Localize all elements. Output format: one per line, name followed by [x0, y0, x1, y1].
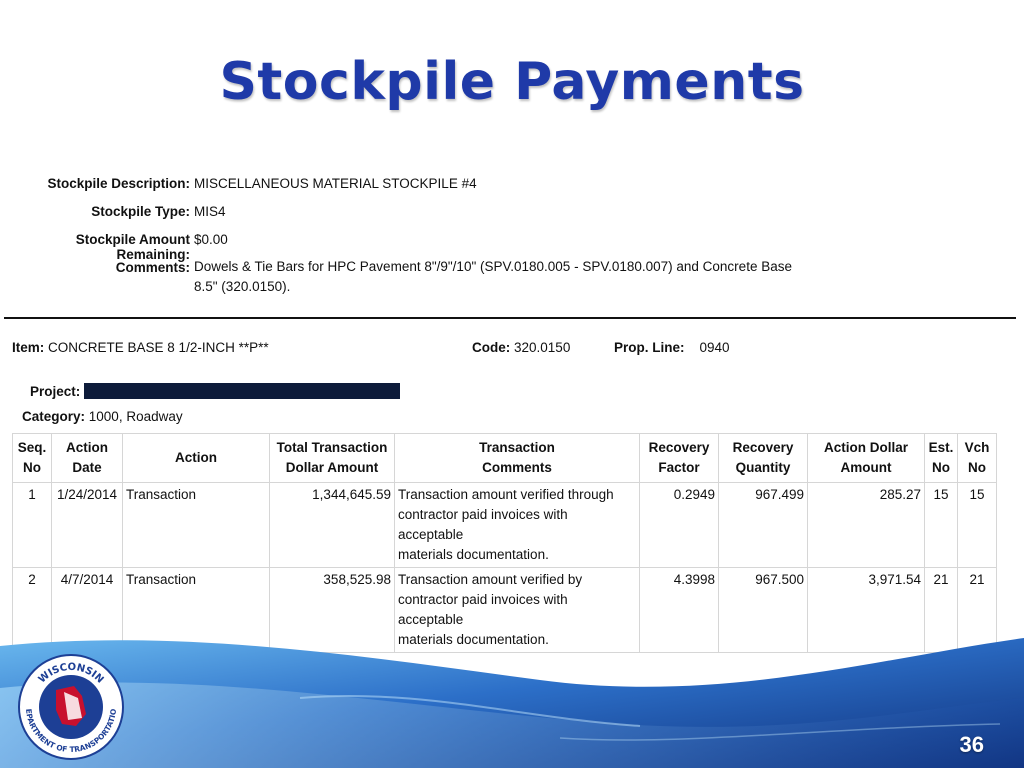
comments-value: Dowels & Tie Bars for HPC Pavement 8"/9"…: [194, 257, 820, 297]
header-comments: Transaction Comments: [394, 433, 640, 483]
project-redaction: [84, 383, 401, 399]
type-row: Stockpile Type: MIS4: [0, 204, 820, 232]
type-value: MIS4: [194, 204, 226, 219]
page-number: 36: [959, 732, 984, 757]
project-label: Project:: [30, 383, 81, 399]
header-recovery-quantity: Recovery Quantity: [718, 433, 808, 483]
cell-comments: Transaction amount verified through cont…: [394, 482, 640, 568]
code-field: Code: 320.0150: [472, 340, 570, 355]
code-label: Code:: [472, 340, 511, 355]
cell-action: Transaction: [122, 482, 270, 568]
remaining-label: Stockpile Amount Remaining:: [75, 232, 190, 262]
comments-label: Comments:: [115, 260, 190, 275]
header-action-dollar-amount: Action Dollar Amount: [807, 433, 925, 483]
description-row: Stockpile Description: MISCELLANEOUS MAT…: [0, 176, 820, 204]
category-value: 1000, Roadway: [88, 409, 183, 424]
item-value: CONCRETE BASE 8 1/2-INCH **P**: [48, 340, 269, 355]
cell-factor: 0.2949: [639, 482, 719, 568]
cell-quantity: 967.499: [718, 482, 808, 568]
type-label: Stockpile Type:: [91, 204, 190, 219]
cell-total: 1,344,645.59: [269, 482, 395, 568]
category-label: Category:: [22, 409, 86, 424]
project-field: Project:: [30, 383, 401, 399]
table-header-row: Seq. No Action Date Action Total Transacti…: [12, 433, 997, 483]
comments-row: Comments: Dowels & Tie Bars for HPC Pave…: [0, 257, 820, 297]
header-total-amount: Total Transaction Dollar Amount: [269, 433, 395, 483]
header-action: Action: [122, 433, 270, 483]
item-label: Item:: [12, 340, 45, 355]
comments-line-1: Dowels & Tie Bars for HPC Pavement 8"/9"…: [194, 259, 792, 274]
remaining-row: Stockpile Amount Remaining: $0.00: [0, 232, 820, 262]
prop-line-label: Prop. Line:: [614, 340, 685, 355]
header-recovery-factor: Recovery Factor: [639, 433, 719, 483]
transactions-table: Seq. No Action Date Action Total Transacti…: [12, 433, 997, 653]
cell-date: 1/24/2014: [51, 482, 123, 568]
description-value: MISCELLANEOUS MATERIAL STOCKPILE #4: [194, 176, 477, 191]
cell-vch: 15: [957, 482, 997, 568]
description-label: Stockpile Description:: [47, 176, 190, 191]
category-field: Category: 1000, Roadway: [22, 409, 183, 424]
prop-line-field: Prop. Line: 0940: [614, 340, 730, 355]
section-divider: [4, 317, 1016, 319]
stockpile-summary: Stockpile Description: MISCELLANEOUS MAT…: [0, 176, 820, 297]
prop-line-value: 0940: [699, 340, 730, 355]
wave-banner: [0, 638, 1024, 768]
header-action-date: Action Date: [51, 433, 123, 483]
header-seq-no: Seq. No: [12, 433, 52, 483]
slide-title: Stockpile Payments: [219, 52, 805, 112]
code-value: 320.0150: [514, 340, 571, 355]
header-vch-no: Vch No: [957, 433, 997, 483]
cell-seq: 1: [12, 482, 52, 568]
comments-line-2: 8.5" (320.0150).: [194, 279, 291, 294]
cell-amount: 285.27: [807, 482, 925, 568]
item-field: Item: CONCRETE BASE 8 1/2-INCH **P**: [12, 340, 269, 355]
cell-est: 15: [924, 482, 958, 568]
wisdot-logo: WISCONSIN DEPARTMENT OF TRANSPORTATION: [16, 652, 124, 760]
table-row: 1 1/24/2014 Transaction 1,344,645.59 Tra…: [12, 482, 997, 568]
header-est-no: Est. No: [924, 433, 958, 483]
remaining-value: $0.00: [194, 232, 228, 247]
